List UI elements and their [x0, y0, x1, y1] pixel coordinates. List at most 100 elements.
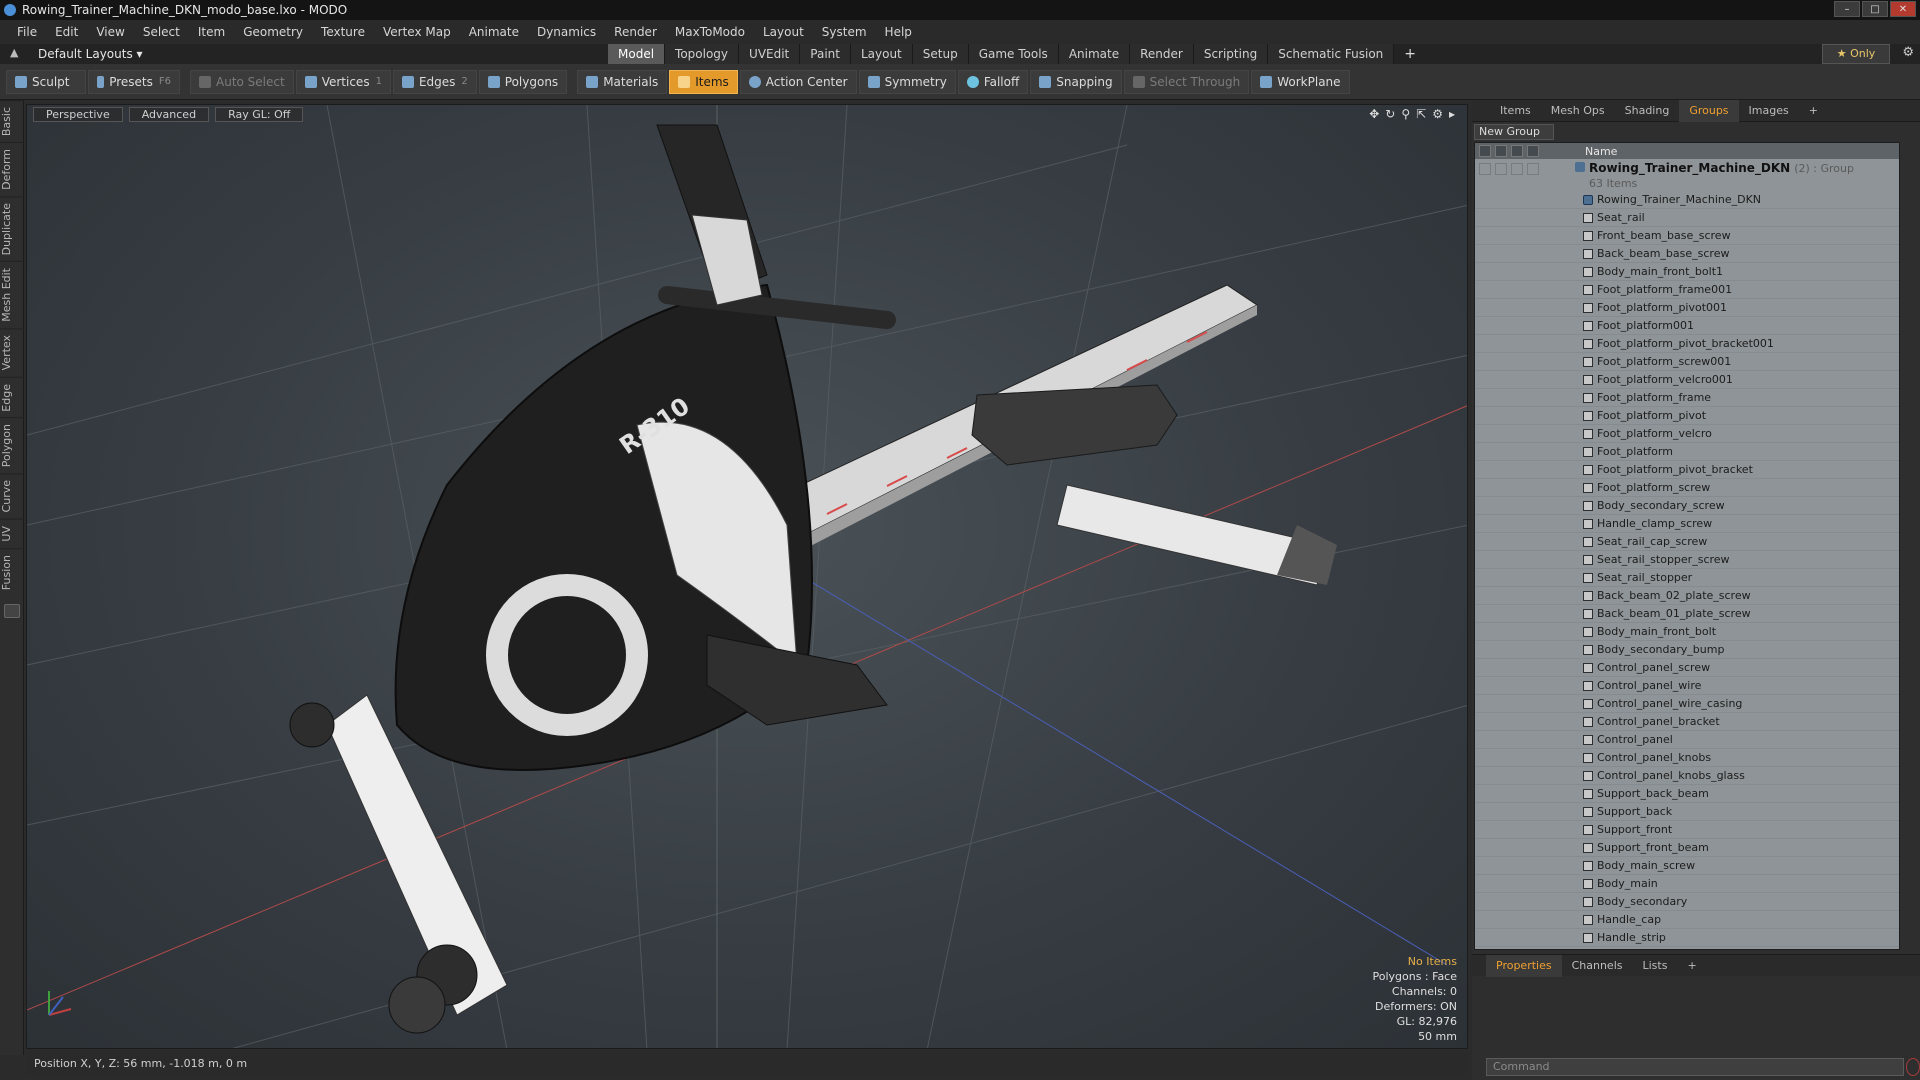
list-item[interactable]: Front_beam_base_screw	[1475, 227, 1899, 245]
root-lock-icon[interactable]	[1511, 163, 1523, 175]
view-mode-perspective[interactable]: Perspective	[33, 106, 123, 122]
list-item[interactable]: Foot_platform_pivot_bracket001	[1475, 335, 1899, 353]
polygons-button[interactable]: Polygons	[478, 69, 568, 94]
edges-button[interactable]: Edges 2	[392, 69, 477, 94]
eye-icon[interactable]	[1479, 145, 1491, 157]
list-item[interactable]: Body_main_front_bolt1	[1475, 263, 1899, 281]
menu-file[interactable]: File	[8, 25, 46, 39]
menu-layout[interactable]: Layout	[754, 25, 813, 39]
list-item[interactable]: Foot_platform001	[1475, 317, 1899, 335]
menu-texture[interactable]: Texture	[312, 25, 374, 39]
ray-gl-toggle[interactable]: Ray GL: Off	[215, 106, 304, 122]
viewport-expand-icon[interactable]: ▸	[1449, 107, 1455, 121]
root-visibility-icon[interactable]	[1479, 163, 1491, 175]
render-icon[interactable]	[1495, 145, 1507, 157]
list-item[interactable]: Control_panel	[1475, 731, 1899, 749]
list-item[interactable]: Body_main_front_bolt	[1475, 623, 1899, 641]
tab-groups[interactable]: Groups	[1679, 99, 1739, 122]
list-item[interactable]: Handle_cap	[1475, 911, 1899, 929]
falloff-button[interactable]: Falloff	[957, 69, 1029, 94]
tab-shading[interactable]: Shading	[1615, 100, 1680, 122]
tab-uvedit[interactable]: UVEdit	[739, 44, 801, 64]
minimize-icon[interactable]: –	[1834, 1, 1860, 17]
list-item[interactable]: Support_front_beam	[1475, 839, 1899, 857]
menu-view[interactable]: View	[87, 25, 133, 39]
list-item[interactable]: Body_secondary_bump	[1475, 641, 1899, 659]
list-item[interactable]: Control_panel_knobs_glass	[1475, 767, 1899, 785]
list-item[interactable]: Body_main	[1475, 875, 1899, 893]
tab-topology[interactable]: Topology	[665, 44, 740, 64]
menu-edit[interactable]: Edit	[46, 25, 87, 39]
new-group-button[interactable]: New Group	[1474, 124, 1554, 140]
list-item[interactable]: Control_panel_bracket	[1475, 713, 1899, 731]
tab-paint[interactable]: Paint	[800, 44, 851, 64]
tooltab-fusion[interactable]: Fusion	[0, 547, 24, 596]
snapping-button[interactable]: Snapping	[1030, 69, 1122, 94]
list-item[interactable]: Foot_platform_velcro	[1475, 425, 1899, 443]
root-render-icon[interactable]	[1495, 163, 1507, 175]
list-item[interactable]: Seat_rail_stopper	[1475, 569, 1899, 587]
list-item[interactable]: Control_panel_wire	[1475, 677, 1899, 695]
list-item[interactable]: Foot_platform_screw	[1475, 479, 1899, 497]
groups-list[interactable]: Name Rowing_Trainer_Machine_DKN (2) : Gro…	[1474, 142, 1900, 950]
layout-collapse-icon[interactable]: ▲	[10, 46, 18, 59]
menu-system[interactable]: System	[813, 25, 876, 39]
toolbox-toggle-button[interactable]	[4, 603, 20, 618]
list-item[interactable]: Foot_platform_pivot	[1475, 407, 1899, 425]
tab-setup[interactable]: Setup	[912, 44, 969, 64]
list-item[interactable]: Foot_platform_screw001	[1475, 353, 1899, 371]
tab-channels[interactable]: Channels	[1562, 955, 1633, 977]
lock-icon[interactable]	[1511, 145, 1523, 157]
3d-viewport[interactable]: R-310 Perspective Advanced Ray GL: Off ✥…	[26, 104, 1468, 1049]
only-button[interactable]: ★ Only	[1822, 44, 1890, 64]
pan-icon[interactable]: ✥	[1369, 107, 1379, 121]
tooltab-edge[interactable]: Edge	[0, 376, 24, 418]
tab-properties[interactable]: Properties	[1486, 954, 1562, 977]
presets-button[interactable]: Presets F6	[88, 69, 180, 94]
tab-images[interactable]: Images	[1739, 100, 1799, 122]
tab-items[interactable]: Items	[1490, 100, 1541, 122]
tab-scripting[interactable]: Scripting	[1193, 44, 1269, 64]
list-item[interactable]: Control_panel_screw	[1475, 659, 1899, 677]
list-item[interactable]: Control_panel_wire_casing	[1475, 695, 1899, 713]
close-icon[interactable]: ✕	[1890, 1, 1916, 17]
shading-advanced[interactable]: Advanced	[128, 106, 210, 122]
list-item[interactable]: Body_secondary_screw	[1475, 497, 1899, 515]
list-item[interactable]: Back_beam_base_screw	[1475, 245, 1899, 263]
menu-geometry[interactable]: Geometry	[234, 25, 312, 39]
default-layouts-dropdown[interactable]: Default Layouts ▾	[38, 47, 608, 61]
tooltab-uv[interactable]: UV	[0, 518, 24, 548]
tooltab-deform[interactable]: Deform	[0, 142, 24, 197]
group-root-row[interactable]: Rowing_Trainer_Machine_DKN (2) : Group 63…	[1475, 159, 1899, 191]
menu-maxtomodo[interactable]: MaxToModo	[666, 25, 754, 39]
add-panel-tab-button[interactable]: +	[1799, 100, 1828, 122]
tab-animate[interactable]: Animate	[1058, 44, 1131, 64]
workplane-button[interactable]: WorkPlane	[1251, 69, 1350, 94]
tab-model[interactable]: Model	[608, 44, 666, 64]
vertices-button[interactable]: Vertices 1	[295, 69, 391, 94]
add-tab-button[interactable]: +	[1394, 44, 1426, 64]
list-item[interactable]: Handle_clamp_screw	[1475, 515, 1899, 533]
menu-vertex-map[interactable]: Vertex Map	[374, 25, 460, 39]
list-item[interactable]: Rowing_Trainer_Machine_DKN	[1475, 191, 1899, 209]
tooltab-vertex[interactable]: Vertex	[0, 328, 24, 377]
root-select-icon[interactable]	[1527, 163, 1539, 175]
menu-item[interactable]: Item	[189, 25, 234, 39]
tab-layout[interactable]: Layout	[850, 44, 913, 64]
sculpt-button[interactable]: Sculpt	[6, 69, 86, 94]
command-input[interactable]: Command	[1486, 1058, 1904, 1076]
tab-game-tools[interactable]: Game Tools	[968, 44, 1059, 64]
command-record-icon[interactable]	[1906, 1058, 1920, 1076]
add-bottom-tab-button[interactable]: +	[1677, 955, 1706, 977]
symmetry-button[interactable]: Symmetry	[858, 69, 956, 94]
list-item[interactable]: Foot_platform_pivot001	[1475, 299, 1899, 317]
list-item[interactable]: Foot_platform_frame	[1475, 389, 1899, 407]
gear-icon[interactable]: ⚙	[1902, 45, 1914, 60]
list-item[interactable]: Foot_platform_pivot_bracket	[1475, 461, 1899, 479]
list-item[interactable]: Support_front	[1475, 821, 1899, 839]
list-item[interactable]: Back_beam_01_plate_screw	[1475, 605, 1899, 623]
maximize-icon[interactable]: □	[1862, 1, 1888, 17]
list-item[interactable]: Support_back_beam	[1475, 785, 1899, 803]
list-item[interactable]: Control_panel_knobs	[1475, 749, 1899, 767]
tab-mesh-ops[interactable]: Mesh Ops	[1541, 100, 1615, 122]
